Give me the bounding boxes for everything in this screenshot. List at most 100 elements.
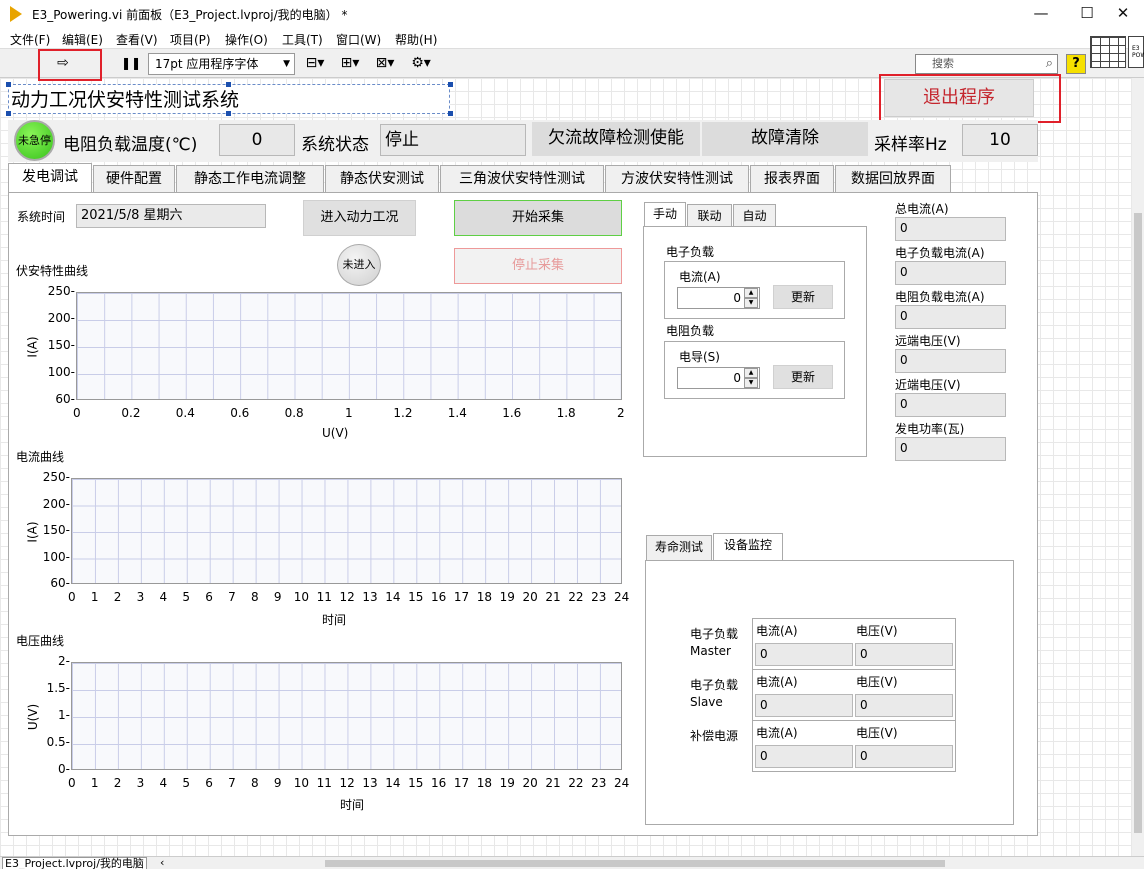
help-icon[interactable]: ? xyxy=(1066,54,1086,74)
reading-value: 0 xyxy=(895,437,1006,461)
tab-static-iv-test[interactable]: 静态伏安测试 xyxy=(325,165,439,192)
sys-time-value: 2021/5/8 星期六 10:38:18.48 xyxy=(76,204,266,228)
voltage-y-tick: 1- xyxy=(58,708,70,722)
context-path: E3_Project.lvproj/我的电脑 xyxy=(2,857,147,869)
tab-device-monitor[interactable]: 设备监控 xyxy=(713,533,783,561)
voltage-x-tick: 4 xyxy=(159,776,168,790)
pause-icon[interactable]: ❚❚ xyxy=(120,53,142,75)
tab-power-debug[interactable]: 发电调试 xyxy=(8,163,92,193)
current-x-tick: 1 xyxy=(90,590,99,604)
tab-manual[interactable]: 手动 xyxy=(644,202,686,226)
monitor-current-value: 0 xyxy=(755,643,853,666)
current-chart-ylabel: I(A) xyxy=(25,521,40,543)
chevron-down-icon: ▼ xyxy=(283,59,290,69)
current-x-tick: 8 xyxy=(251,590,259,604)
undercurrent-detect-button[interactable]: 欠流故障检测使能 xyxy=(532,122,700,156)
iv-chart-ylabel: I(A) xyxy=(25,336,40,358)
iv-x-tick: 1.2 xyxy=(393,406,413,420)
stop-acquisition-button[interactable]: 停止采集 xyxy=(454,248,622,284)
menu-view[interactable]: 查看(V) xyxy=(116,31,158,48)
conductance-label: 电导(S) xyxy=(679,350,720,364)
menu-help[interactable]: 帮助(H) xyxy=(395,31,437,48)
resize-objects-icon[interactable]: ⊠▾ xyxy=(372,53,398,75)
monitor-voltage-value: 0 xyxy=(855,745,953,768)
menu-tools[interactable]: 工具(T) xyxy=(282,31,323,48)
voltage-x-tick: 20 xyxy=(522,776,538,790)
tab-data-playback[interactable]: 数据回放界面 xyxy=(835,165,951,192)
current-x-tick: 18 xyxy=(476,590,493,604)
tab-report[interactable]: 报表界面 xyxy=(750,165,834,192)
iv-chart-xlabel: U(V) xyxy=(322,426,349,440)
tab-triangle-iv-test[interactable]: 三角波伏安特性测试 xyxy=(440,165,604,192)
chevron-left-icon[interactable]: ‹ xyxy=(160,857,164,869)
menu-file[interactable]: 文件(F) xyxy=(10,31,50,48)
current-x-tick: 11 xyxy=(316,590,332,604)
iv-y-tick: 150- xyxy=(47,338,75,352)
align-objects-icon[interactable]: ⊟▾ xyxy=(302,53,328,75)
status-label: 系统状态 xyxy=(301,135,369,155)
temp-label: 电阻负载温度(℃) xyxy=(63,135,198,155)
current-x-tick: 13 xyxy=(362,590,378,604)
horizontal-scrollbar[interactable] xyxy=(325,860,945,867)
search-input[interactable]: 搜索 ⌕ xyxy=(915,54,1058,74)
tab-auto[interactable]: 自动 xyxy=(733,204,776,226)
decrement-icon[interactable]: ▼ xyxy=(744,298,758,308)
vi-icon: E3 POWE xyxy=(1128,36,1144,68)
current-chart-title: 电流曲线 xyxy=(16,450,65,464)
increment-icon[interactable]: ▲ xyxy=(744,288,758,298)
update-current-button[interactable]: 更新 xyxy=(773,285,833,309)
iv-x-tick: 0 xyxy=(73,406,81,420)
start-acquisition-button[interactable]: 开始采集 xyxy=(454,200,622,236)
tab-static-current[interactable]: 静态工作电流调整 xyxy=(176,165,324,192)
current-x-tick: 20 xyxy=(522,590,538,604)
monitor-current-value: 0 xyxy=(755,745,853,768)
current-x-tick: 6 xyxy=(205,590,213,604)
reading-value: 0 xyxy=(895,349,1006,373)
minimize-button[interactable]: — xyxy=(1018,2,1064,26)
voltage-y-tick: 0- xyxy=(58,762,70,776)
current-chart-plot xyxy=(71,478,622,584)
iv-x-tick: 1.4 xyxy=(447,406,467,420)
distribute-objects-icon[interactable]: ⊞▾ xyxy=(337,53,363,75)
menu-bar: 文件(F) 编辑(E) 查看(V) 项目(P) 操作(O) 工具(T) 窗口(W… xyxy=(0,28,1144,48)
vertical-scrollbar[interactable] xyxy=(1132,78,1144,856)
tab-hardware-config[interactable]: 硬件配置 xyxy=(93,165,175,192)
conductance-input[interactable]: 0 ▲ ▼ xyxy=(677,367,760,389)
voltage-x-tick: 17 xyxy=(453,776,470,790)
tab-square-iv-test[interactable]: 方波伏安特性测试 xyxy=(605,165,749,192)
reorder-icon[interactable]: ⚙▾ xyxy=(408,53,434,75)
monitor-col-header: 电压(V) xyxy=(856,675,898,689)
estop-led: 未急停 xyxy=(14,120,55,161)
title-bar: E3_Powering.vi 前面板（E3_Project.lvproj/我的电… xyxy=(0,0,1144,28)
iv-x-tick: 0.8 xyxy=(284,406,304,420)
iv-y-tick: 250- xyxy=(47,284,75,298)
decrement-icon[interactable]: ▼ xyxy=(744,378,758,388)
current-y-tick: 250- xyxy=(42,470,70,484)
font-select[interactable]: 17pt 应用程序字体 ▼ xyxy=(148,53,295,75)
increment-icon[interactable]: ▲ xyxy=(744,368,758,378)
voltage-x-tick: 10 xyxy=(293,776,310,790)
menu-window[interactable]: 窗口(W) xyxy=(336,31,381,48)
current-x-tick: 4 xyxy=(159,590,168,604)
iv-y-tick: 60- xyxy=(55,392,75,406)
close-button[interactable]: ✕ xyxy=(1100,2,1144,26)
menu-edit[interactable]: 编辑(E) xyxy=(62,31,103,48)
search-icon[interactable]: ⌕ xyxy=(1046,55,1053,73)
update-conductance-button[interactable]: 更新 xyxy=(773,365,833,389)
voltage-x-tick: 14 xyxy=(385,776,401,790)
connector-pane-icon[interactable] xyxy=(1090,36,1126,68)
reading-label: 近端电压(V) xyxy=(895,378,961,392)
monitor-col-header: 电压(V) xyxy=(856,726,898,740)
voltage-y-tick: 0.5- xyxy=(46,735,70,749)
enter-power-mode-button[interactable]: 进入动力工况 xyxy=(303,200,416,236)
voltage-x-tick: 0 xyxy=(68,776,76,790)
tab-linked[interactable]: 联动 xyxy=(687,204,732,226)
tab-life-test[interactable]: 寿命测试 xyxy=(646,535,712,561)
current-x-tick: 19 xyxy=(499,590,515,604)
clear-fault-button[interactable]: 故障清除 xyxy=(702,122,868,156)
menu-project[interactable]: 项目(P) xyxy=(170,31,211,48)
voltage-x-tick: 5 xyxy=(182,776,191,790)
menu-operate[interactable]: 操作(O) xyxy=(225,31,268,48)
sample-rate-value[interactable]: 10 xyxy=(962,124,1038,156)
current-setpoint-input[interactable]: 0 ▲ ▼ xyxy=(677,287,760,309)
